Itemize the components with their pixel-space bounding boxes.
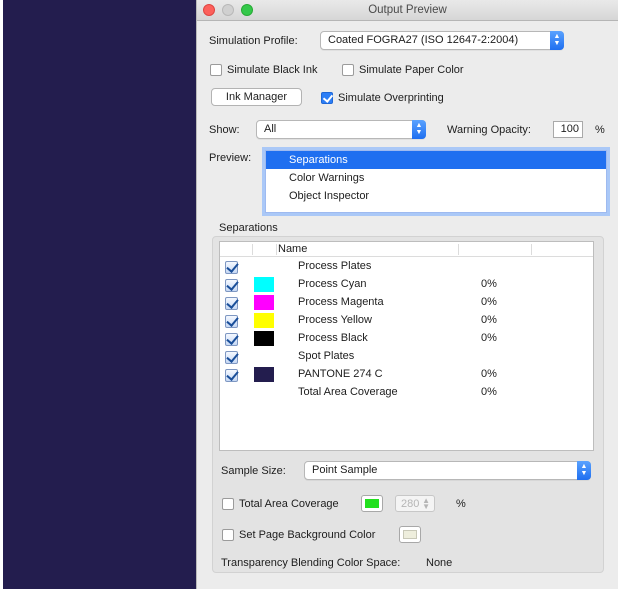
coverage-unit: %	[456, 498, 466, 510]
sample-size-value: Point Sample	[312, 464, 378, 476]
simulate-overprinting-label: Simulate Overprinting	[338, 92, 444, 104]
preview-list[interactable]: Separations Color Warnings Object Inspec…	[265, 150, 607, 213]
simulation-profile-value: Coated FOGRA27 (ISO 12647-2:2004)	[328, 34, 519, 46]
row-name: Process Black	[298, 332, 368, 344]
show-select[interactable]: All ▲ ▼	[256, 120, 426, 139]
warning-opacity-label: Warning Opacity:	[447, 124, 531, 136]
row-checkbox[interactable]	[225, 333, 238, 346]
row-name: Total Area Coverage	[298, 386, 398, 398]
output-preview-window: Output Preview Simulation Profile: Coate…	[196, 0, 618, 589]
row-coverage: 0%	[481, 278, 497, 290]
yellow-swatch	[254, 313, 274, 328]
table-row[interactable]: Total Area Coverage 0%	[220, 384, 593, 402]
transparency-blending-value: None	[426, 557, 453, 569]
pantone-swatch	[254, 367, 274, 382]
sample-size-select[interactable]: Point Sample ▲ ▼	[304, 461, 591, 480]
simulation-profile-select[interactable]: Coated FOGRA27 (ISO 12647-2:2004) ▲ ▼	[320, 31, 564, 50]
row-coverage: 0%	[481, 332, 497, 344]
separations-table[interactable]: Name Process Plates Process Cyan 0% Proc…	[219, 241, 594, 451]
preview-item-object-inspector[interactable]: Object Inspector	[266, 187, 606, 205]
show-value: All	[264, 123, 277, 135]
page-background-checkbox[interactable]	[222, 529, 234, 541]
screen: Output Preview Simulation Profile: Coate…	[0, 0, 618, 589]
page-background-label: Set Page Background Color	[239, 529, 376, 541]
preview-label: Preview:	[209, 152, 252, 164]
simulate-overprinting-checkbox[interactable]	[321, 92, 333, 104]
column-divider	[252, 244, 253, 255]
page-background-color-well[interactable]	[399, 526, 421, 543]
window-title: Output Preview	[368, 4, 447, 16]
table-header: Name	[220, 242, 593, 257]
row-coverage: 0%	[481, 296, 497, 308]
cyan-swatch	[254, 277, 274, 292]
simulate-paper-color-label: Simulate Paper Color	[359, 64, 464, 76]
total-area-coverage-checkbox[interactable]	[222, 498, 234, 510]
row-checkbox[interactable]	[225, 351, 238, 364]
simulate-black-ink-label: Simulate Black Ink	[227, 64, 318, 76]
row-checkbox[interactable]	[225, 261, 238, 274]
show-label: Show:	[209, 124, 240, 136]
table-row[interactable]: Process Cyan 0%	[220, 276, 593, 294]
coverage-color-well[interactable]	[361, 495, 383, 512]
separations-group-label: Separations	[219, 222, 278, 234]
coverage-stepper-icon: ▲ ▼	[422, 496, 430, 511]
sample-size-label: Sample Size:	[221, 465, 286, 477]
popup-stepper-icon: ▲ ▼	[577, 461, 591, 480]
row-checkbox[interactable]	[225, 369, 238, 382]
popup-stepper-icon: ▲ ▼	[550, 31, 564, 50]
table-row[interactable]: Process Plates	[220, 258, 593, 276]
coverage-color-swatch	[365, 499, 379, 508]
warning-opacity-unit: %	[595, 124, 605, 136]
simulation-profile-label: Simulation Profile:	[209, 35, 298, 47]
row-name: Process Yellow	[298, 314, 372, 326]
table-row[interactable]: Spot Plates	[220, 348, 593, 366]
ink-manager-button[interactable]: Ink Manager	[211, 88, 302, 106]
row-name: Process Magenta	[298, 296, 384, 308]
preview-item-separations[interactable]: Separations	[266, 151, 606, 169]
preview-item-color-warnings[interactable]: Color Warnings	[266, 169, 606, 187]
row-coverage: 0%	[481, 314, 497, 326]
total-area-coverage-label: Total Area Coverage	[239, 498, 339, 510]
simulate-paper-color-checkbox[interactable]	[342, 64, 354, 76]
title-bar[interactable]: Output Preview	[197, 0, 618, 21]
row-checkbox[interactable]	[225, 315, 238, 328]
page-background-color-swatch	[403, 530, 417, 539]
column-divider	[458, 244, 459, 255]
row-name: Process Plates	[298, 260, 372, 272]
magenta-swatch	[254, 295, 274, 310]
column-divider	[276, 244, 277, 255]
simulate-black-ink-checkbox[interactable]	[210, 64, 222, 76]
table-row[interactable]: Process Magenta 0%	[220, 294, 593, 312]
table-row[interactable]: PANTONE 274 C 0%	[220, 366, 593, 384]
column-header-name[interactable]: Name	[278, 243, 307, 255]
row-name: Spot Plates	[298, 350, 355, 362]
column-divider	[531, 244, 532, 255]
row-checkbox[interactable]	[225, 279, 238, 292]
row-name: PANTONE 274 C	[298, 368, 383, 380]
table-row[interactable]: Process Black 0%	[220, 330, 593, 348]
warning-opacity-input[interactable]: 100	[553, 121, 583, 138]
document-canvas	[3, 0, 196, 589]
coverage-limit-field[interactable]: 280 ▲ ▼	[395, 495, 435, 512]
row-checkbox[interactable]	[225, 297, 238, 310]
row-name: Process Cyan	[298, 278, 367, 290]
row-coverage: 0%	[481, 368, 497, 380]
transparency-blending-label: Transparency Blending Color Space:	[221, 557, 401, 569]
row-coverage: 0%	[481, 386, 497, 398]
popup-stepper-icon: ▲ ▼	[412, 120, 426, 139]
black-swatch	[254, 331, 274, 346]
coverage-limit-value: 280	[401, 498, 420, 510]
table-row[interactable]: Process Yellow 0%	[220, 312, 593, 330]
